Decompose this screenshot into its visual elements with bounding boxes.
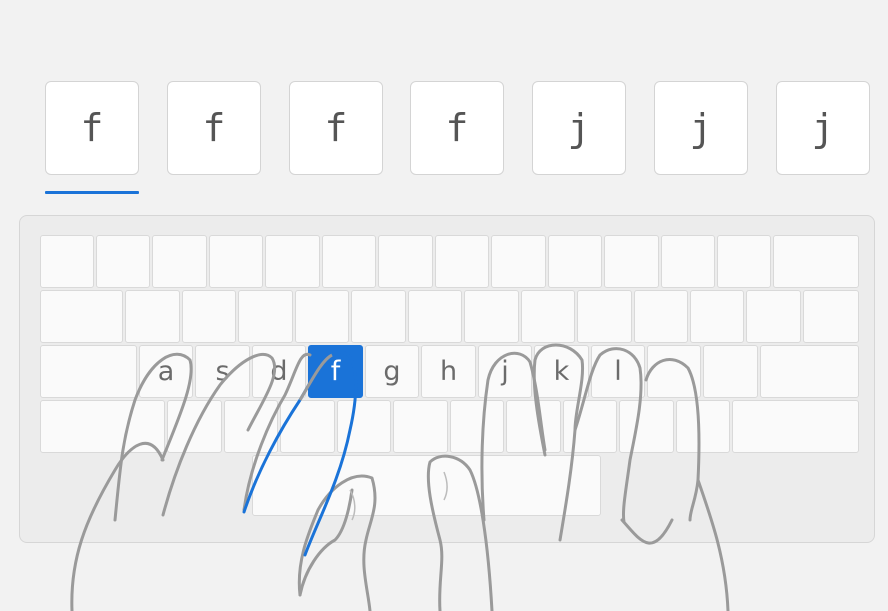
- letter-card: f: [45, 81, 139, 175]
- key: [676, 400, 730, 453]
- key: [167, 400, 222, 453]
- key: [604, 235, 659, 288]
- key-a: a: [139, 345, 193, 398]
- key-h: h: [421, 345, 476, 398]
- caps-lock-key: [40, 345, 137, 398]
- key: [224, 400, 278, 453]
- key: [152, 235, 207, 288]
- left-shift-key: [40, 400, 165, 453]
- key: [506, 400, 561, 453]
- key-l: l: [591, 345, 645, 398]
- key: [209, 235, 263, 288]
- key: [690, 290, 744, 343]
- key-s: s: [195, 345, 250, 398]
- key: [521, 290, 575, 343]
- key: [337, 400, 391, 453]
- key: [378, 235, 433, 288]
- key: [238, 290, 293, 343]
- key: [295, 290, 349, 343]
- letter-card: f: [289, 81, 383, 175]
- current-letter-indicator: [45, 191, 139, 194]
- key-d: d: [252, 345, 306, 398]
- key: [703, 345, 758, 398]
- key: [435, 235, 489, 288]
- key: [563, 400, 617, 453]
- enter-key: [760, 345, 859, 398]
- typing-trainer: f f f f j j j a s d f g h j k l: [0, 0, 888, 611]
- letter-card: j: [776, 81, 870, 175]
- key: [450, 400, 504, 453]
- key-f-highlighted: f: [308, 345, 363, 398]
- key: [619, 400, 674, 453]
- key: [661, 235, 715, 288]
- letter-card: f: [410, 81, 504, 175]
- space-bar: [252, 455, 601, 516]
- letter-card: j: [532, 81, 626, 175]
- key: [491, 235, 546, 288]
- keyboard: a s d f g h j k l: [19, 215, 875, 543]
- key: [803, 290, 859, 343]
- right-shift-key: [732, 400, 859, 453]
- key: [577, 290, 632, 343]
- key-j: j: [478, 345, 532, 398]
- backspace-key: [773, 235, 859, 288]
- key: [634, 290, 688, 343]
- key: [717, 235, 771, 288]
- key: [125, 290, 180, 343]
- key: [40, 235, 94, 288]
- letter-card: f: [167, 81, 261, 175]
- key: [322, 235, 376, 288]
- key: [647, 345, 701, 398]
- exercise-strip: f f f f j j j: [0, 0, 888, 200]
- key-g: g: [365, 345, 419, 398]
- key: [351, 290, 406, 343]
- key: [464, 290, 519, 343]
- key: [393, 400, 448, 453]
- key: [280, 400, 335, 453]
- key: [265, 235, 320, 288]
- key: [548, 235, 602, 288]
- key: [746, 290, 801, 343]
- key: [182, 290, 236, 343]
- letter-card: j: [654, 81, 748, 175]
- tab-key: [40, 290, 123, 343]
- key: [408, 290, 462, 343]
- key: [96, 235, 150, 288]
- key-k: k: [534, 345, 589, 398]
